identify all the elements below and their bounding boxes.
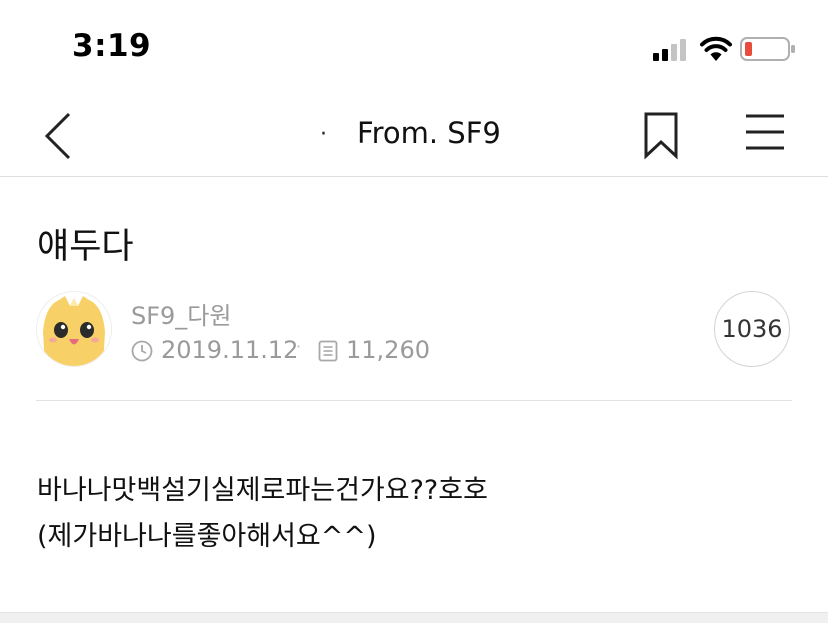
author-avatar[interactable] <box>36 291 112 367</box>
post-title: 얘두다 <box>37 227 134 267</box>
wifi-icon <box>700 36 732 61</box>
view-count: 11,260 <box>346 336 430 364</box>
nav-bar: · From. SF9 <box>0 96 828 177</box>
bookmark-icon[interactable] <box>640 110 684 160</box>
post-body-line: 바나나맛백설기실제로파는건가요??호호 <box>37 475 488 506</box>
post-date: 2019.11.12 <box>161 336 299 364</box>
document-views-icon <box>318 340 338 362</box>
post-body-line: (제가바나나를좋아해서요^^) <box>37 521 377 552</box>
status-time: 3:19 <box>72 28 152 64</box>
cellular-signal-icon <box>653 39 686 61</box>
header-divider <box>36 400 792 401</box>
nav-title-dot: · <box>320 122 327 147</box>
nav-title-group: · From. SF9 <box>300 112 540 152</box>
post-meta: 2019.11.12 · 11,260 <box>131 336 451 367</box>
battery-icon <box>740 37 795 61</box>
status-bar: 3:19 <box>0 0 828 96</box>
bottom-section-divider <box>0 612 828 623</box>
back-chevron-icon[interactable] <box>38 110 82 162</box>
avatar-character-icon <box>43 296 105 366</box>
post-body: 바나나맛백설기실제로파는건가요??호호 (제가바나나를좋아해서요^^) <box>37 468 797 560</box>
meta-separator: · <box>296 337 302 356</box>
clock-icon <box>131 340 153 362</box>
hamburger-menu-icon[interactable] <box>742 110 788 154</box>
nav-title: From. SF9 <box>357 116 501 150</box>
comment-count-badge[interactable]: 1036 <box>714 291 790 367</box>
author-name[interactable]: SF9_다원 <box>131 296 231 331</box>
